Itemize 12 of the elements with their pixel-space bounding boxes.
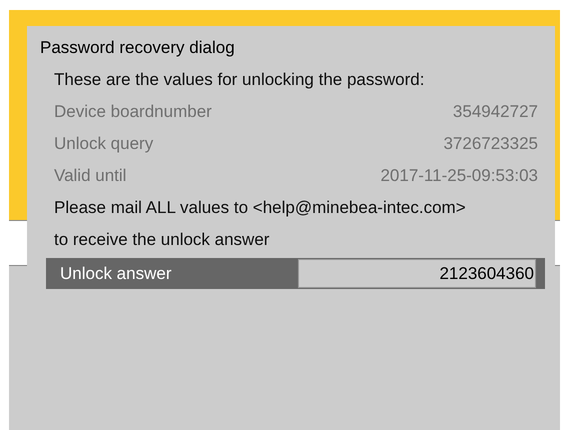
field-value: 354942727 (452, 102, 538, 122)
intro-text: These are the values for unlocking the password: (54, 70, 426, 90)
field-label: Valid until (54, 166, 126, 186)
answer-field[interactable]: 2123604360 (298, 259, 536, 288)
field-label: Device boardnumber (54, 102, 212, 122)
instruction-text: Please mail ALL values to <help@minebea-intec.com> (54, 198, 467, 218)
dialog-title: Password recovery dialog (40, 38, 236, 58)
instruction-text: to receive the unlock answer (54, 230, 270, 250)
field-value: 3726723325 (443, 134, 538, 154)
field-value: 2017-11-25-09:53:03 (380, 166, 538, 186)
answer-label: Unlock answer (59, 264, 172, 284)
field-label: Unlock query (54, 134, 154, 154)
